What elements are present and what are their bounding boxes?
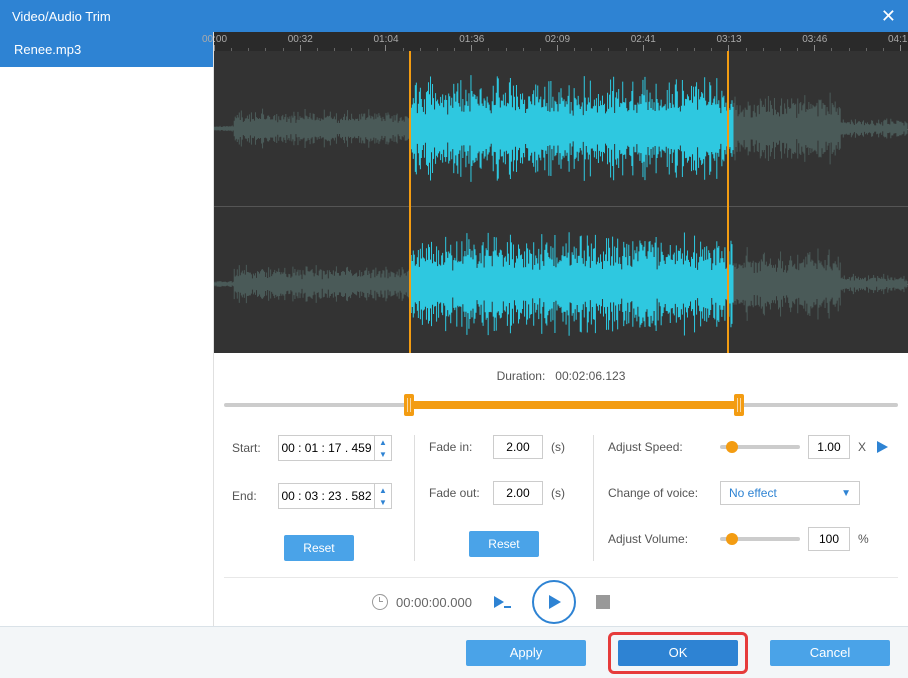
speed-row: Adjust Speed: X bbox=[608, 435, 890, 459]
speed-field[interactable] bbox=[808, 435, 850, 459]
volume-unit: % bbox=[858, 532, 869, 546]
speed-unit: X bbox=[858, 440, 866, 454]
voice-label: Change of voice: bbox=[608, 486, 712, 500]
window-title: Video/Audio Trim bbox=[12, 9, 111, 24]
main-area: Renee.mp3 00:0000:3201:0401:3602:0902:41… bbox=[0, 32, 908, 626]
playback-time-value: 00:00:00.000 bbox=[396, 595, 472, 610]
end-input[interactable]: ▲▼ bbox=[278, 483, 392, 509]
play-button[interactable] bbox=[532, 580, 576, 624]
stop-button[interactable] bbox=[596, 595, 610, 609]
slider-handle-start[interactable] bbox=[404, 394, 414, 416]
reset-trim-button[interactable]: Reset bbox=[284, 535, 354, 561]
timeline-ruler: 00:0000:3201:0401:3602:0902:4103:1303:46… bbox=[214, 32, 908, 51]
adjust-controls: Adjust Speed: X Change of voice: No effe… bbox=[594, 435, 898, 561]
waveform-area[interactable] bbox=[214, 51, 908, 353]
volume-field[interactable] bbox=[808, 527, 850, 551]
chevron-up-icon[interactable]: ▲ bbox=[375, 484, 391, 496]
fadeout-row: Fade out: (s) bbox=[429, 481, 579, 505]
seek-button[interactable] bbox=[492, 594, 512, 610]
trim-slider[interactable] bbox=[224, 390, 898, 419]
voice-row: Change of voice: No effect ▼ bbox=[608, 481, 890, 505]
clock-icon bbox=[372, 594, 388, 610]
end-field[interactable] bbox=[279, 485, 374, 507]
start-input[interactable]: ▲▼ bbox=[278, 435, 392, 461]
fadein-label: Fade in: bbox=[429, 440, 485, 454]
selection-end-marker[interactable] bbox=[727, 51, 729, 353]
end-label: End: bbox=[232, 489, 270, 503]
fade-controls: Fade in: (s) Fade out: (s) Reset bbox=[414, 435, 594, 561]
volume-thumb[interactable] bbox=[726, 533, 738, 545]
chevron-down-icon: ▼ bbox=[841, 488, 851, 499]
voice-value: No effect bbox=[729, 486, 777, 500]
trim-reset-row: Reset bbox=[232, 535, 406, 561]
fadeout-label: Fade out: bbox=[429, 486, 485, 500]
duration-display: Duration: 00:02:06.123 bbox=[214, 361, 908, 390]
end-row: End: ▲▼ bbox=[232, 483, 406, 509]
sidebar-item-label: Renee.mp3 bbox=[14, 42, 81, 57]
fade-unit: (s) bbox=[551, 486, 565, 500]
start-field[interactable] bbox=[279, 437, 374, 459]
start-label: Start: bbox=[232, 441, 270, 455]
waveform-channel-right bbox=[214, 206, 908, 353]
fadeout-field[interactable] bbox=[493, 481, 543, 505]
preview-speed-button[interactable] bbox=[874, 439, 890, 455]
start-row: Start: ▲▼ bbox=[232, 435, 406, 461]
fadein-field[interactable] bbox=[493, 435, 543, 459]
cancel-button[interactable]: Cancel bbox=[770, 640, 890, 666]
footer: Apply OK Cancel bbox=[0, 626, 908, 678]
chevron-down-icon[interactable]: ▼ bbox=[375, 496, 391, 508]
speed-slider[interactable] bbox=[720, 445, 800, 449]
speed-thumb[interactable] bbox=[726, 441, 738, 453]
volume-slider[interactable] bbox=[720, 537, 800, 541]
content-area: 00:0000:3201:0401:3602:0902:4103:1303:46… bbox=[214, 32, 908, 626]
slider-selection bbox=[409, 401, 739, 409]
slider-handle-end[interactable] bbox=[734, 394, 744, 416]
sidebar-item-file[interactable]: Renee.mp3 bbox=[0, 32, 213, 67]
fade-reset-row: Reset bbox=[429, 531, 579, 557]
controls-grid: Start: ▲▼ End: ▲▼ Reset bbox=[214, 419, 908, 577]
apply-button[interactable]: Apply bbox=[466, 640, 586, 666]
chevron-up-icon[interactable]: ▲ bbox=[375, 436, 391, 448]
waveform-channel-left bbox=[214, 51, 908, 206]
volume-row: Adjust Volume: % bbox=[608, 527, 890, 551]
end-spinner[interactable]: ▲▼ bbox=[374, 484, 391, 508]
playback-time: 00:00:00.000 bbox=[372, 594, 472, 610]
fadein-row: Fade in: (s) bbox=[429, 435, 579, 459]
speed-label: Adjust Speed: bbox=[608, 440, 712, 454]
playbar: 00:00:00.000 bbox=[224, 577, 898, 626]
ok-highlight: OK bbox=[608, 632, 748, 674]
trim-controls: Start: ▲▼ End: ▲▼ Reset bbox=[224, 435, 414, 561]
duration-value: 00:02:06.123 bbox=[555, 369, 625, 383]
start-spinner[interactable]: ▲▼ bbox=[374, 436, 391, 460]
sidebar: Renee.mp3 bbox=[0, 32, 214, 626]
reset-fade-button[interactable]: Reset bbox=[469, 531, 539, 557]
close-icon[interactable]: ✕ bbox=[881, 6, 896, 27]
volume-label: Adjust Volume: bbox=[608, 532, 712, 546]
selection-start-marker[interactable] bbox=[409, 51, 411, 353]
fade-unit: (s) bbox=[551, 440, 565, 454]
chevron-down-icon[interactable]: ▼ bbox=[375, 448, 391, 460]
voice-select[interactable]: No effect ▼ bbox=[720, 481, 860, 505]
duration-label: Duration: bbox=[497, 369, 546, 383]
title-bar: Video/Audio Trim ✕ bbox=[0, 0, 908, 32]
ok-button[interactable]: OK bbox=[618, 640, 738, 666]
